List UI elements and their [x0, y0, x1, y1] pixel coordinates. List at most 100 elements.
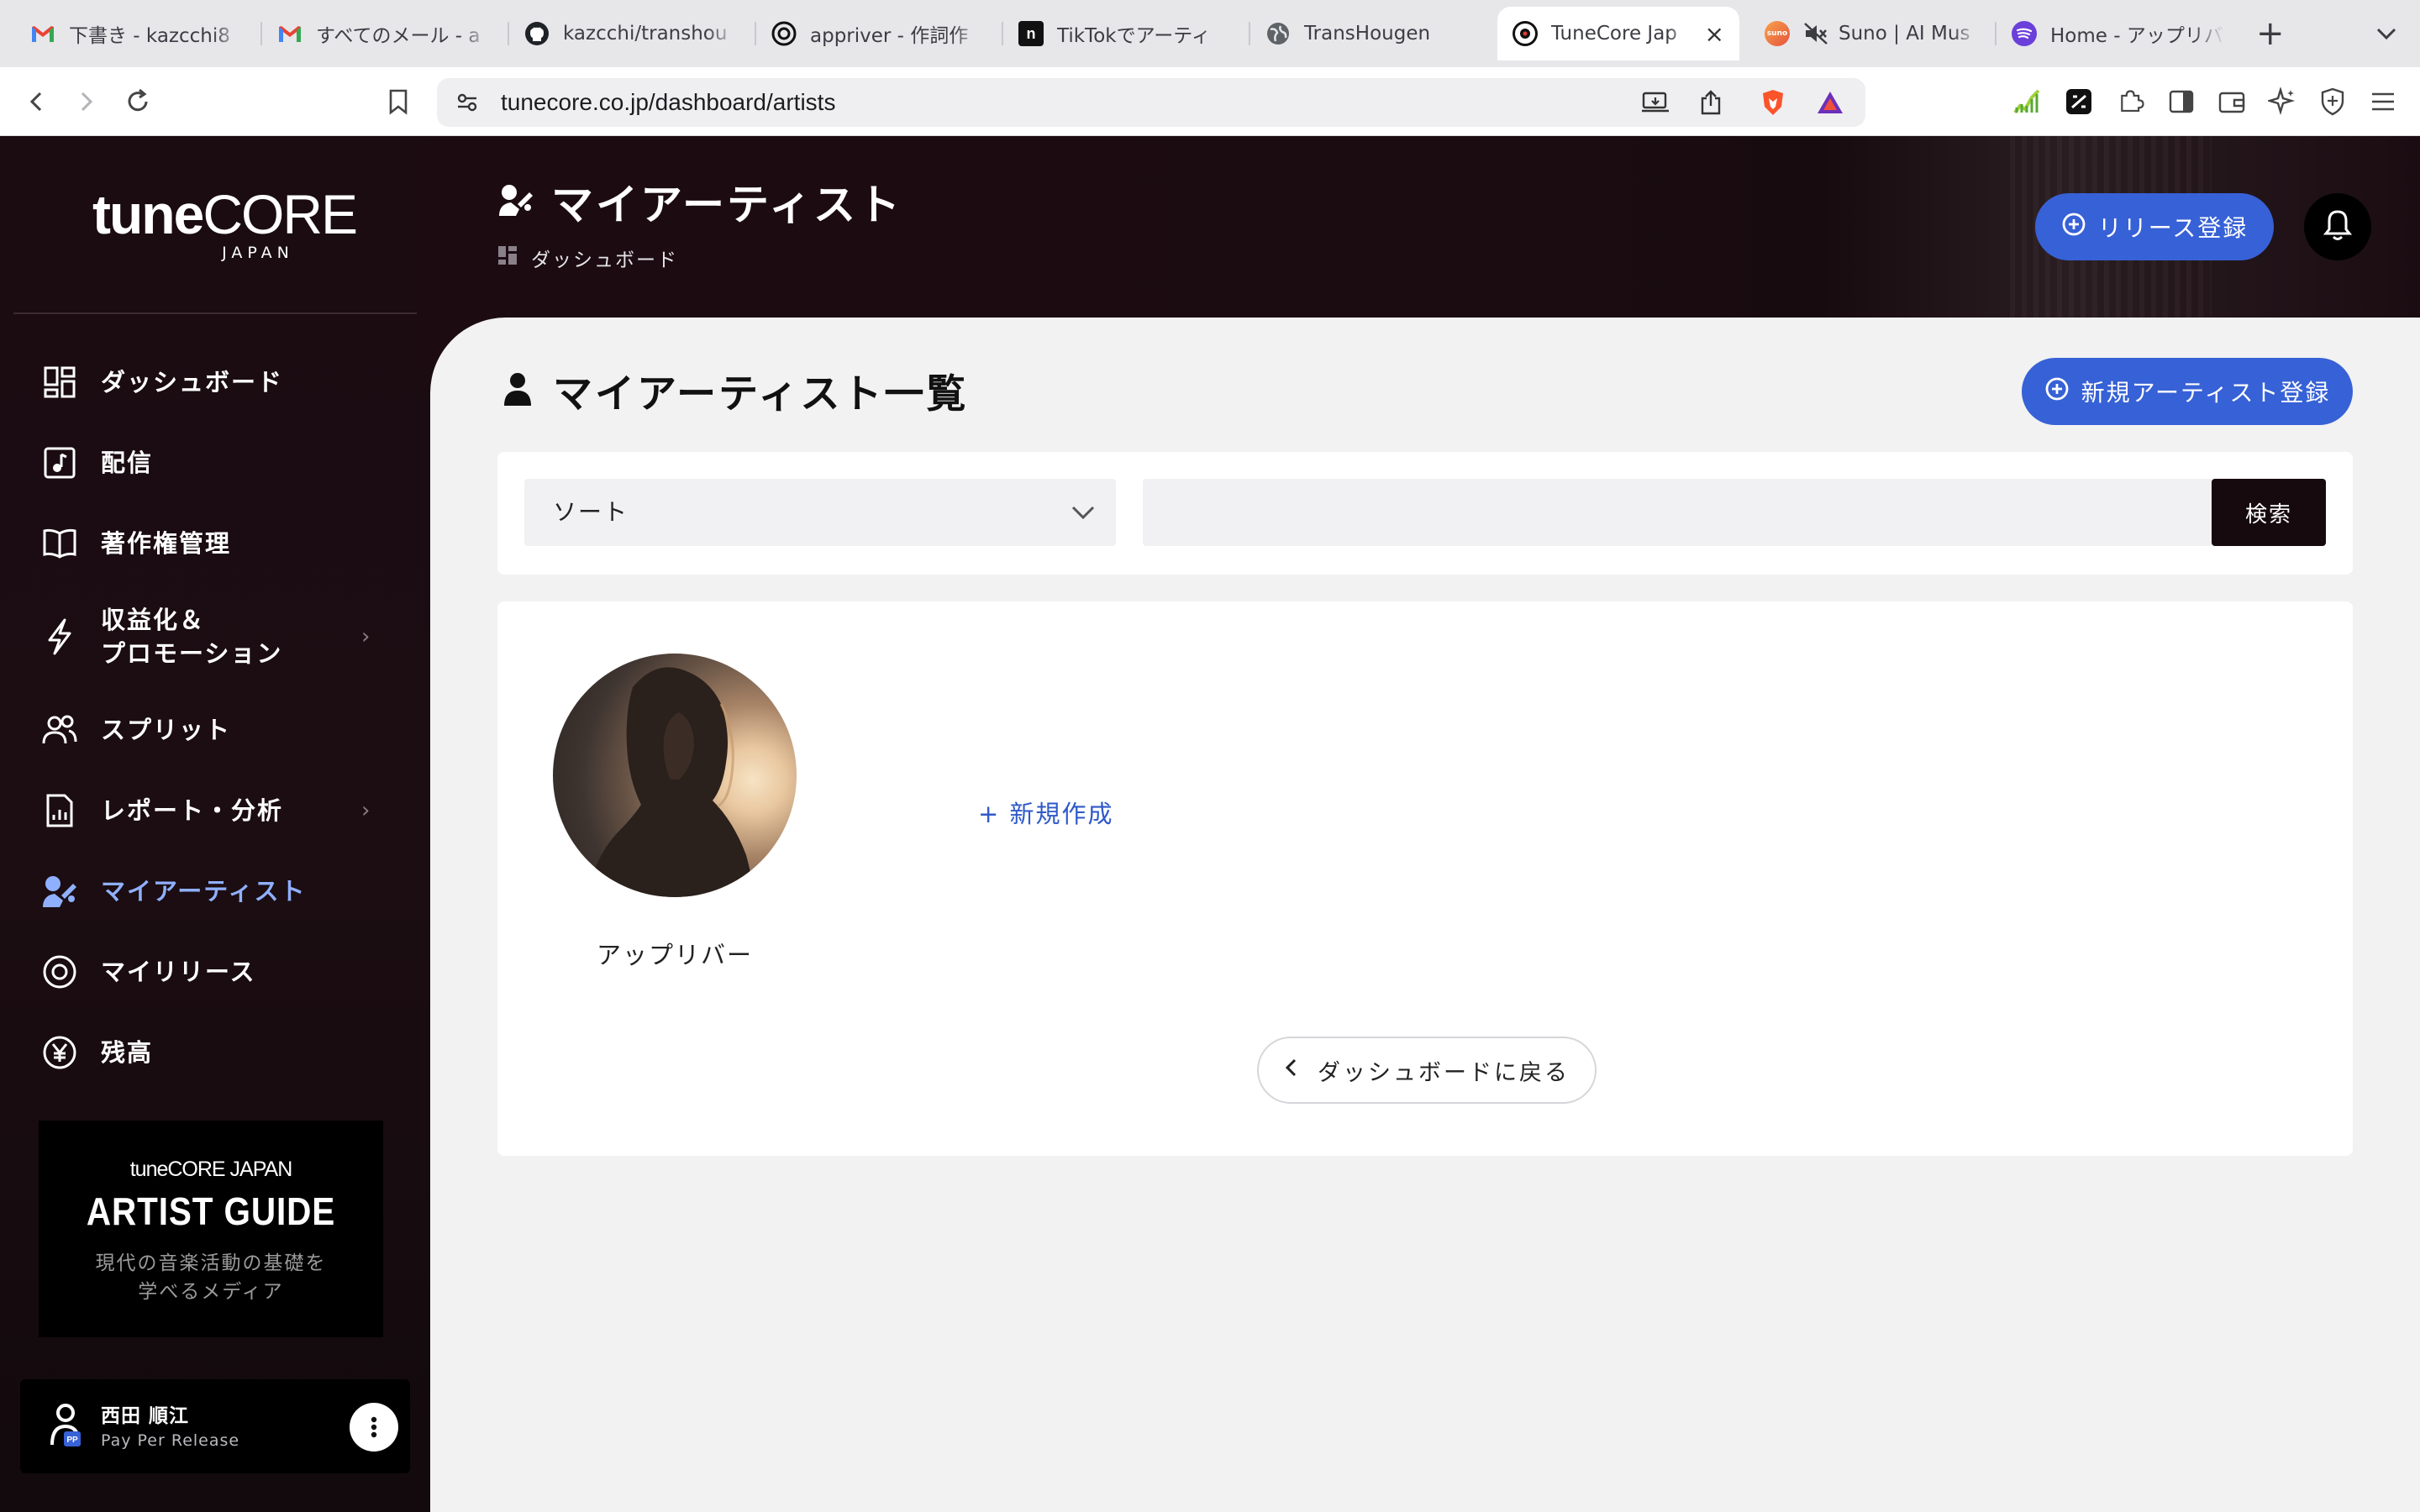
- muted-icon[interactable]: [1803, 22, 1828, 45]
- sidebar-item-my-release[interactable]: マイリリース: [0, 937, 430, 1006]
- sidebar-item-dashboard[interactable]: ダッシュボード: [0, 348, 430, 417]
- notification-bell-button[interactable]: [2304, 193, 2371, 260]
- new-artist-link[interactable]: + 新規作成: [978, 795, 1114, 830]
- chatgpt-icon: [771, 21, 797, 46]
- tab-label: TransHougen: [1304, 23, 1431, 45]
- github-icon: [524, 21, 550, 46]
- sidebar-item-copyright[interactable]: 著作権管理: [0, 509, 430, 578]
- site-settings-icon[interactable]: [449, 84, 486, 121]
- share-icon[interactable]: [1692, 84, 1729, 121]
- sidebar-item-balance[interactable]: 残高: [0, 1018, 430, 1087]
- leo-ai-icon[interactable]: [2264, 83, 2301, 120]
- tunecore-logo[interactable]: tuneCORE JAPAN: [92, 186, 358, 262]
- wallet-icon[interactable]: [2213, 83, 2250, 120]
- chevron-right-icon: ›: [361, 624, 371, 649]
- section-title: マイアーティスト一覧: [502, 361, 968, 419]
- sidebar-item-label: マイアーティスト: [101, 877, 307, 906]
- book-icon: [40, 524, 79, 563]
- user-card[interactable]: PP 西田 順江 Pay Per Release: [20, 1379, 410, 1473]
- browser-tab[interactable]: n TikTokでアーティ: [1003, 7, 1247, 60]
- chevron-right-icon: ›: [361, 798, 371, 823]
- browser-tab-active[interactable]: TuneCore Jap ×: [1497, 7, 1739, 60]
- new-tab-button[interactable]: +: [2256, 15, 2285, 52]
- menu-icon[interactable]: [2365, 83, 2402, 120]
- sidebar-item-monetization[interactable]: 収益化＆ プロモーション ›: [0, 590, 430, 684]
- browser-toolbar: tunecore.co.jp/dashboard/artists: [0, 67, 2420, 136]
- tab-label: kazcchi/transhou: [563, 23, 728, 45]
- tab-label: Suno | AI Mus: [1839, 23, 1970, 45]
- gmail-icon: [277, 21, 302, 46]
- forward-arrow-icon[interactable]: [67, 83, 104, 120]
- browser-tab-bar: 下書き - kazcchi8 すべてのメール - a kazcchi/trans…: [0, 0, 2420, 67]
- sidebar-item-label: レポート・分析: [101, 796, 284, 825]
- browser-tab[interactable]: TransHougen: [1250, 7, 1494, 60]
- sidebar-item-reports[interactable]: レポート・分析 ›: [0, 776, 430, 845]
- breadcrumb-dashboard[interactable]: ダッシュボード: [531, 244, 678, 272]
- extension-app-icon[interactable]: [2060, 83, 2097, 120]
- tunecore-icon: [1512, 21, 1538, 46]
- sidebar-item-my-artist[interactable]: マイアーティスト: [0, 857, 430, 926]
- artist-avatar[interactable]: [553, 654, 797, 897]
- new-artist-register-button[interactable]: 新規アーティスト登録: [2022, 358, 2353, 425]
- search-input[interactable]: [1143, 479, 2212, 546]
- breadcrumb[interactable]: ダッシュボード: [497, 244, 678, 272]
- browser-tab[interactable]: kazcchi/transhou: [509, 7, 753, 60]
- dashboard-icon: [40, 363, 79, 402]
- artist-guide-banner[interactable]: tuneCORE JAPAN ARTIST GUIDE 現代の音楽活動の基礎を …: [39, 1121, 383, 1337]
- yen-icon: [40, 1033, 79, 1072]
- plus-circle-icon: [2044, 376, 2070, 407]
- vpn-shield-icon[interactable]: [2314, 83, 2351, 120]
- main-content: マイアーティスト一覧 新規アーティスト登録 ソート 検索 アップリバー + 新規…: [430, 318, 2420, 1512]
- tab-label: TuneCore Jap: [1551, 23, 1677, 45]
- cast-icon[interactable]: [1637, 84, 1674, 121]
- suno-icon: suno: [1765, 21, 1790, 46]
- user-plan: Pay Per Release: [101, 1431, 240, 1450]
- gmail-icon: [30, 21, 55, 46]
- chevron-down-icon: [1069, 499, 1097, 529]
- extensions-puzzle-icon[interactable]: [2112, 83, 2149, 120]
- tab-label: 下書き - kazcchi8: [69, 25, 230, 47]
- sort-select[interactable]: ソート: [524, 479, 1116, 546]
- bell-icon: [2323, 209, 2353, 244]
- sidebar-item-distribution[interactable]: 配信: [0, 428, 430, 497]
- search-button[interactable]: 検索: [2212, 479, 2326, 546]
- app: tuneCORE JAPAN ダッシュボード 配信 著作権管理 収益化＆ プロモ…: [0, 136, 2420, 1512]
- sidebar-item-label: 残高: [101, 1038, 154, 1067]
- artist-card[interactable]: アップリバー: [553, 654, 797, 971]
- sidebar-item-split[interactable]: スプリット: [0, 696, 430, 764]
- artist-name[interactable]: アップリバー: [553, 936, 797, 971]
- person-icon: [502, 372, 533, 409]
- svg-text:PP: PP: [66, 1436, 78, 1445]
- bookmark-icon[interactable]: [380, 83, 417, 120]
- sidebar-item-label: マイリリース: [101, 958, 256, 986]
- sidebar-toggle-icon[interactable]: [2163, 83, 2200, 120]
- browser-tab[interactable]: suno Suno | AI Mus: [1749, 7, 1993, 60]
- dashboard-icon: [497, 245, 518, 270]
- reload-icon[interactable]: [119, 83, 156, 120]
- guide-description: 現代の音楽活動の基礎を 学べるメディア: [95, 1252, 327, 1303]
- plus-circle-icon: [2061, 212, 2086, 243]
- browser-tab[interactable]: Home - アップリバ: [1996, 7, 2240, 60]
- spotify-icon: [2012, 21, 2037, 46]
- report-icon: [40, 791, 79, 830]
- back-button-label: ダッシュボードに戻る: [1318, 1059, 1570, 1086]
- tab-label: TikTokでアーティ: [1057, 25, 1211, 47]
- extension-chart-icon[interactable]: [2008, 83, 2045, 120]
- sort-label: ソート: [553, 498, 629, 526]
- brave-rewards-icon[interactable]: [1812, 84, 1849, 121]
- browser-tab[interactable]: appriver - 作詞作: [756, 7, 1000, 60]
- more-options-button[interactable]: [350, 1403, 398, 1452]
- tab-list-chevron-icon[interactable]: [2371, 18, 2402, 52]
- sidebar-item-label: 著作権管理: [101, 529, 232, 558]
- browser-tab[interactable]: 下書き - kazcchi8: [15, 7, 259, 60]
- artist-list-card: アップリバー + 新規作成 ダッシュボードに戻る: [497, 601, 2353, 1156]
- browser-tab[interactable]: すべてのメール - a: [262, 7, 506, 60]
- back-to-dashboard-button[interactable]: ダッシュボードに戻る: [1257, 1037, 1597, 1104]
- brave-shield-icon[interactable]: [1754, 84, 1791, 121]
- release-register-button[interactable]: リリース登録: [2035, 193, 2274, 260]
- close-icon[interactable]: ×: [1705, 20, 1724, 48]
- artist-icon: [497, 182, 534, 221]
- tab-label: appriver - 作詞作: [810, 25, 969, 47]
- back-arrow-icon[interactable]: [18, 83, 55, 120]
- address-bar[interactable]: tunecore.co.jp/dashboard/artists: [437, 78, 1865, 127]
